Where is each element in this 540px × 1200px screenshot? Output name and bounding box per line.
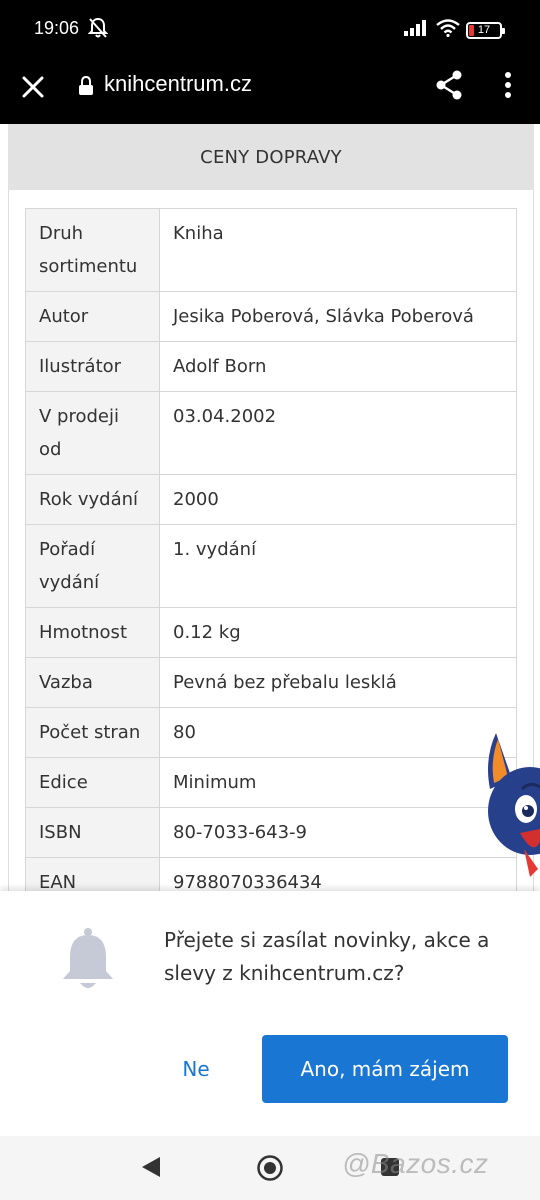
status-bar: 19:06 17	[0, 0, 540, 58]
android-nav-bar: @Bazos.cz	[0, 1136, 540, 1200]
detail-value: Adolf Born	[159, 341, 517, 392]
detail-label: Hmotnost	[25, 607, 160, 658]
close-icon[interactable]	[18, 72, 48, 102]
detail-label: Počet stran	[25, 707, 160, 758]
url-text[interactable]: knihcentrum.cz	[104, 71, 252, 97]
bazos-watermark: @Bazos.cz	[342, 1148, 489, 1179]
detail-label: Vazba	[25, 657, 160, 708]
table-row: Edice Minimum	[25, 757, 517, 808]
detail-label: Pořadí vydání	[25, 524, 160, 608]
table-row: ISBN 80-7033-643-9	[25, 807, 517, 858]
table-row: Pořadí vydání 1. vydání	[25, 524, 517, 608]
detail-label: Autor	[25, 291, 160, 342]
detail-value: Jesika Poberová, Slávka Poberová	[159, 291, 517, 342]
table-row: Autor Jesika Poberová, Slávka Poberová	[25, 291, 517, 342]
detail-value: 80	[159, 707, 517, 758]
home-icon[interactable]	[256, 1154, 284, 1186]
browser-toolbar: knihcentrum.cz	[0, 58, 540, 124]
battery-level: 17	[477, 24, 491, 36]
share-icon[interactable]	[432, 68, 466, 102]
table-row: Druh sortimentu Kniha	[25, 208, 517, 292]
wifi-icon	[436, 19, 460, 41]
mascot-dog-image[interactable]	[482, 729, 540, 879]
detail-value: Minimum	[159, 757, 517, 808]
product-details-table: Druh sortimentu Kniha Autor Jesika Poberová…	[25, 208, 517, 958]
detail-label: Ilustrátor	[25, 341, 160, 392]
tab-shipping-prices[interactable]: CENY DOPRAVY	[8, 124, 534, 190]
detail-label: Rok vydání	[25, 474, 160, 525]
detail-value: 1. vydání	[159, 524, 517, 608]
detail-value: 80-7033-643-9	[159, 807, 517, 858]
detail-label: V prodeji od	[25, 391, 160, 475]
detail-label: Druh sortimentu	[25, 208, 160, 292]
detail-value: Pevná bez přebalu lesklá	[159, 657, 517, 708]
back-icon[interactable]	[140, 1155, 162, 1183]
table-row: Rok vydání 2000	[25, 474, 517, 525]
table-row: Ilustrátor Adolf Born	[25, 341, 517, 392]
table-row: V prodeji od 03.04.2002	[25, 391, 517, 475]
dnd-off-icon	[87, 17, 109, 43]
lock-icon	[78, 75, 94, 100]
newsletter-message: Přejete si zasílat novinky, akce a slevy…	[164, 928, 490, 985]
detail-value: Kniha	[159, 208, 517, 292]
status-time: 19:06	[34, 18, 80, 38]
bell-icon	[60, 927, 116, 997]
detail-label: Edice	[25, 757, 160, 808]
battery-icon: 17	[466, 21, 505, 39]
detail-value: 0.12 kg	[159, 607, 517, 658]
accept-button[interactable]: Ano, mám zájem	[262, 1035, 508, 1103]
decline-button[interactable]: Ne	[158, 1049, 234, 1089]
detail-value: 2000	[159, 474, 517, 525]
table-row: Počet stran 80	[25, 707, 517, 758]
table-row: Vazba Pevná bez přebalu lesklá	[25, 657, 517, 708]
newsletter-prompt: Přejete si zasílat novinky, akce a slevy…	[0, 891, 540, 1136]
detail-label: ISBN	[25, 807, 160, 858]
table-row: Hmotnost 0.12 kg	[25, 607, 517, 658]
more-options-icon[interactable]	[496, 68, 520, 102]
detail-value: 03.04.2002	[159, 391, 517, 475]
signal-icon	[404, 20, 430, 40]
